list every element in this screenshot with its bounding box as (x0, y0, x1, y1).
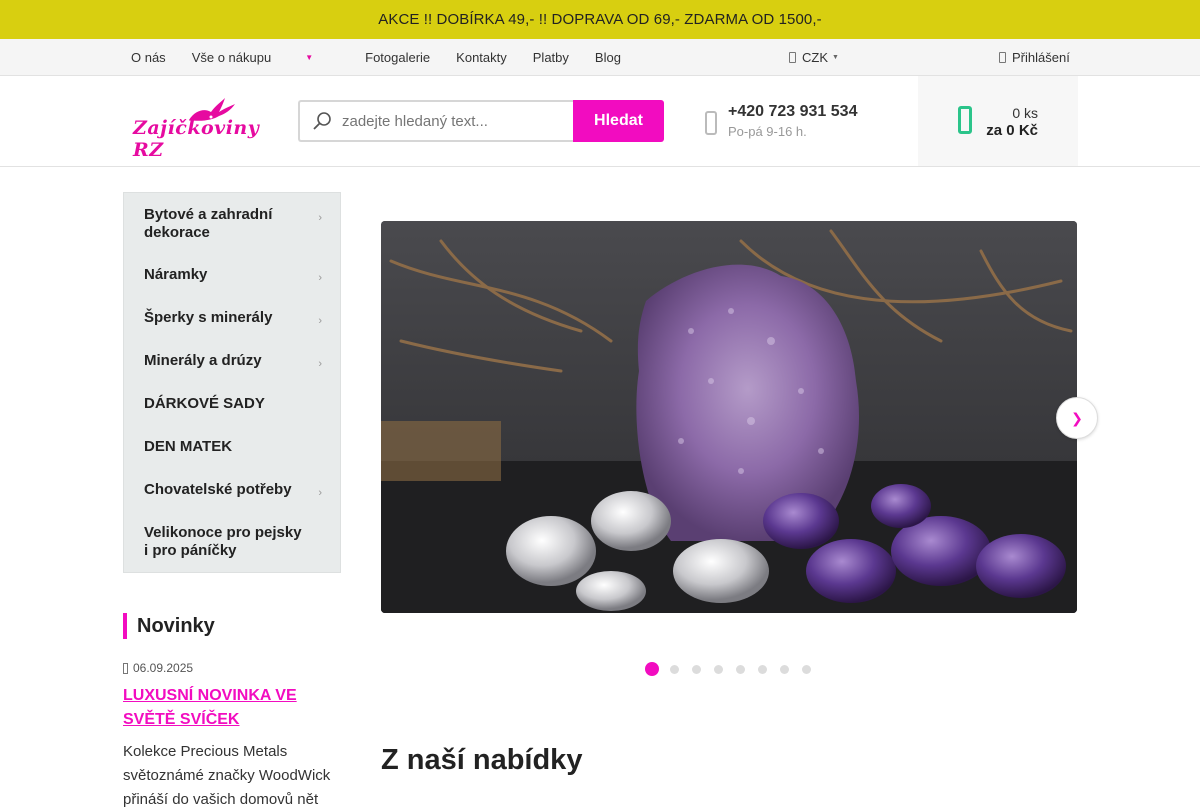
nav-link-kontakty[interactable]: Kontakty (456, 50, 507, 65)
chevron-down-icon: ▼ (832, 54, 839, 61)
slider-dot[interactable] (780, 664, 789, 674)
nav-link-o-nas[interactable]: O nás (131, 50, 166, 65)
chevron-right-icon: › (318, 272, 322, 284)
nav-link-platby[interactable]: Platby (533, 50, 569, 65)
section-heading-offer: Z naší nabídky (381, 744, 583, 776)
category-label: Minerály a drúzy (144, 352, 262, 369)
login-label: Přihlášení (1012, 50, 1070, 65)
search-button[interactable]: Hledat (573, 100, 664, 142)
currency-selector[interactable]: CZK ▼ (789, 39, 839, 76)
category-menu: Bytové a zahradní dekorace › Náramky › Š… (123, 192, 341, 573)
news-title-link[interactable]: LUXUSNÍ NOVINKA VE SVĚTĚ SVÍČEK (123, 684, 323, 732)
promo-bar: AKCE !! DOBÍRKA 49,- !! DOPRAVA OD 69,- … (0, 0, 1200, 39)
top-navigation: O nás Vše o nákupu ▼ Fotogalerie Kontakty… (0, 39, 1200, 76)
news-title-line: SVĚTĚ SVÍČEK (123, 711, 240, 728)
category-sperky[interactable]: Šperky s minerály › (144, 309, 334, 327)
news-date-text: 06.09.2025 (133, 661, 194, 675)
category-label: Bytové a zahradní (144, 206, 273, 223)
amethyst-photo (381, 221, 1077, 613)
category-darkove-sady[interactable]: DÁRKOVÉ SADY (144, 395, 334, 413)
category-velikonoce[interactable]: Velikonoce pro pejsky i pro páníčky (144, 524, 334, 560)
currency-icon (789, 52, 796, 63)
currency-label: CZK (802, 50, 828, 65)
search-input[interactable] (342, 112, 562, 130)
chevron-right-icon: › (318, 315, 322, 327)
user-icon (999, 52, 1006, 63)
cart-sum: za 0 Kč (986, 122, 1038, 139)
nav-link-blog[interactable]: Blog (595, 50, 621, 65)
news-title-line: LUXUSNÍ NOVINKA VE (123, 687, 297, 704)
category-label: Velikonoce pro pejsky (144, 524, 302, 541)
chevron-right-icon: ❯ (1071, 409, 1083, 426)
slider-next-button[interactable]: ❯ (1056, 397, 1098, 439)
news-heading: Novinky (123, 613, 215, 639)
category-mineraly[interactable]: Minerály a drúzy › (144, 352, 334, 370)
news-excerpt-line: Kolekce Precious Metals (123, 743, 288, 760)
slider-dot[interactable] (670, 664, 679, 674)
nav-link-vse-o-nakupu[interactable]: Vše o nákupu ▼ (192, 50, 339, 65)
site-logo[interactable]: Zajíčkoviny RZ (131, 96, 281, 161)
slider-pagination (645, 662, 824, 676)
phone-icon (705, 111, 717, 135)
search-icon (313, 112, 331, 130)
nav-link-label: Vše o nákupu (191, 50, 272, 65)
category-label: Šperky s minerály (144, 309, 273, 326)
cart-icon (958, 106, 972, 134)
chevron-right-icon: › (318, 212, 322, 224)
cart-count: 0 ks (1012, 105, 1038, 121)
chevron-right-icon: › (318, 487, 322, 499)
calendar-icon (123, 662, 128, 674)
slider-dot[interactable] (758, 664, 767, 674)
news-excerpt: Kolekce Precious Metals světoznámé značk… (123, 740, 338, 812)
hero-banner-image[interactable] (381, 221, 1077, 613)
login-link[interactable]: Přihlášení (999, 39, 1070, 76)
category-label: DÁRKOVÉ SADY (144, 395, 265, 412)
slider-dot[interactable] (714, 664, 723, 674)
slider-dot[interactable] (736, 664, 745, 674)
search-box (298, 100, 573, 142)
opening-hours: Po-pá 9-16 h. (728, 124, 807, 139)
slider-dot[interactable] (692, 664, 701, 674)
slider-dot[interactable] (645, 662, 659, 676)
phone-number[interactable]: +420 723 931 534 (728, 103, 857, 121)
chevron-right-icon: › (318, 358, 322, 370)
nav-link-fotogalerie[interactable]: Fotogalerie (365, 50, 430, 65)
category-label: Chovatelské potřeby (144, 481, 292, 498)
contact-phone: +420 723 931 534 Po-pá 9-16 h. (705, 103, 857, 139)
category-label: dekorace (144, 224, 210, 241)
promo-text: AKCE !! DOBÍRKA 49,- !! DOPRAVA OD 69,- … (378, 11, 822, 28)
category-label: DEN MATEK (144, 438, 233, 455)
cart-widget[interactable]: 0 ks za 0 Kč (918, 76, 1078, 166)
category-den-matek[interactable]: DEN MATEK (144, 438, 334, 456)
news-excerpt-line: světoznámé značky WoodWick (123, 767, 331, 784)
news-date: 06.09.2025 (123, 661, 193, 675)
category-label: Náramky (144, 266, 208, 283)
category-bytove-dekorace[interactable]: Bytové a zahradní dekorace › (144, 206, 334, 242)
category-label: i pro páníčky (144, 542, 237, 559)
chevron-down-icon: ▼ (305, 53, 314, 62)
category-chovatelske[interactable]: Chovatelské potřeby › (144, 481, 334, 499)
site-header: Zajíčkoviny RZ Hledat +420 723 931 534 P… (0, 76, 1200, 167)
slider-dot[interactable] (802, 664, 811, 674)
category-naramky[interactable]: Náramky › (144, 266, 334, 284)
logo-text: Zajíčkoviny RZ (133, 117, 260, 161)
search-form: Hledat (298, 100, 664, 142)
